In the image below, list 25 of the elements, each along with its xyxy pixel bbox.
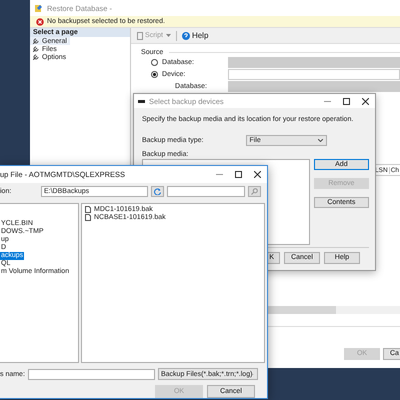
refresh-button[interactable] (151, 186, 164, 197)
radio-button[interactable] (151, 59, 158, 66)
search-icon (251, 188, 258, 195)
radio-button[interactable] (151, 71, 158, 78)
search-field[interactable] (167, 186, 245, 197)
close-icon[interactable] (362, 98, 369, 104)
close-icon[interactable] (254, 171, 261, 178)
database-field[interactable] (228, 81, 400, 92)
maximize-icon[interactable] (235, 171, 242, 178)
script-icon (137, 32, 144, 40)
wrench-icon (33, 38, 39, 44)
help-button[interactable]: Help (182, 31, 208, 40)
device-field[interactable] (228, 69, 400, 80)
window-icon (138, 100, 145, 102)
minimize-icon[interactable] (216, 171, 223, 178)
file-name-field[interactable] (28, 368, 155, 380)
maximize-icon[interactable] (343, 98, 350, 104)
database-field[interactable] (228, 57, 400, 68)
wrench-icon (33, 54, 39, 60)
help-icon (182, 32, 190, 40)
refresh-icon (154, 188, 161, 195)
caret-icon (166, 34, 171, 37)
search-button[interactable] (248, 186, 261, 197)
wrench-icon (33, 46, 39, 52)
error-icon (36, 18, 44, 26)
